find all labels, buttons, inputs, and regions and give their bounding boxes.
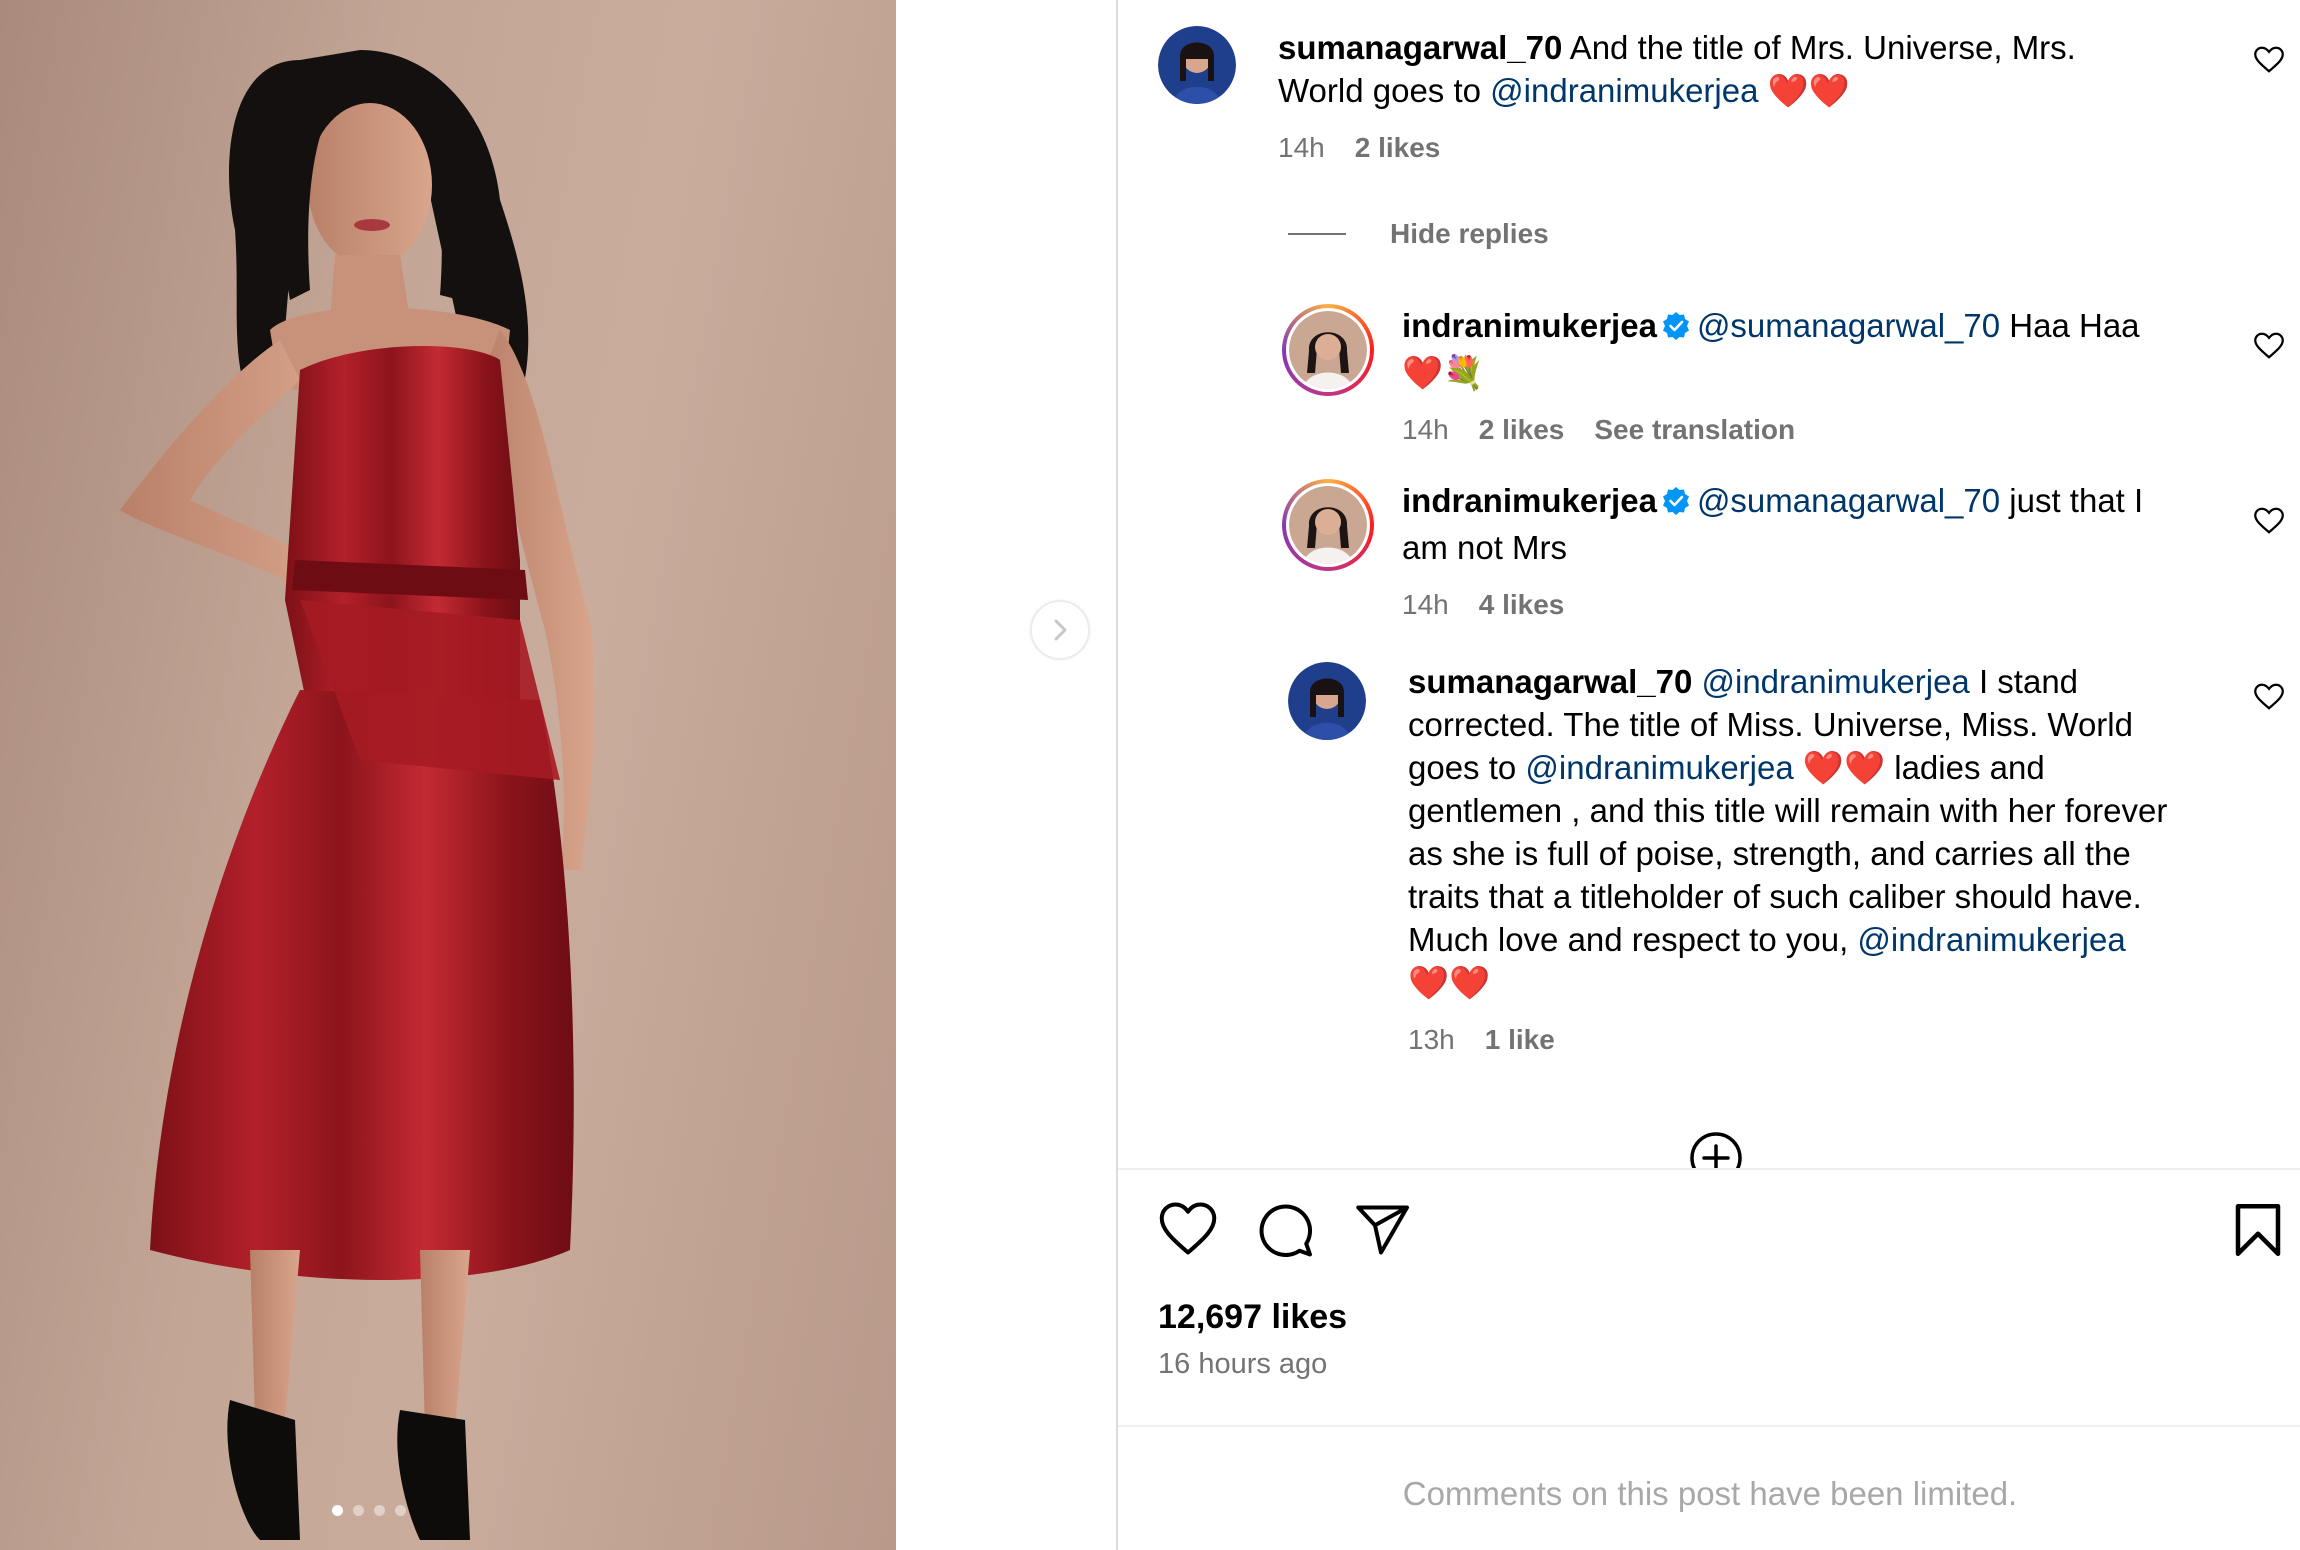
reply-item: indranimukerjea @sumanagarwal_70 just tha… bbox=[1282, 479, 2242, 626]
comment-text: And the title of Mrs. Universe, Mrs. bbox=[1569, 29, 2076, 66]
comments-panel: sumanagarwal_70 And the title of Mrs. Un… bbox=[1116, 0, 2300, 1550]
reply-item: sumanagarwal_70 @indranimukerjea I stand… bbox=[1288, 660, 2268, 1061]
comment-likes[interactable]: 2 likes bbox=[1355, 126, 1441, 169]
reply-text-line: gentlemen , and this title will remain w… bbox=[1408, 792, 2168, 829]
reply-time[interactable]: 14h bbox=[1402, 408, 1449, 451]
avatar-image bbox=[1158, 26, 1236, 104]
carousel-dot[interactable] bbox=[353, 1505, 364, 1516]
mention-link[interactable]: @indranimukerjea bbox=[1490, 72, 1758, 109]
share-button[interactable] bbox=[1352, 1200, 1412, 1260]
hide-replies-label: Hide replies bbox=[1390, 218, 1549, 249]
comment-time[interactable]: 14h bbox=[1278, 126, 1325, 169]
mention-link[interactable]: @indranimukerjea bbox=[1857, 921, 2125, 958]
reply-likes[interactable]: 2 likes bbox=[1479, 408, 1565, 451]
bookmark-icon bbox=[2235, 1204, 2281, 1256]
avatar bbox=[1289, 311, 1367, 389]
mention-link[interactable]: @indranimukerjea bbox=[1702, 663, 1970, 700]
avatar[interactable] bbox=[1158, 26, 1236, 104]
post-timestamp[interactable]: 16 hours ago bbox=[1158, 1348, 1327, 1381]
reply-username[interactable]: sumanagarwal_70 bbox=[1408, 663, 1692, 700]
reply-text: Haa Haa bbox=[2000, 307, 2140, 344]
carousel-next-button[interactable] bbox=[1030, 600, 1090, 660]
reply-username[interactable]: indranimukerjea bbox=[1402, 482, 1657, 519]
paper-plane-icon bbox=[1356, 1205, 1409, 1255]
avatar-story-ring[interactable] bbox=[1282, 479, 1374, 571]
reply-text-continued: am not Mrs bbox=[1402, 529, 1568, 566]
post-image[interactable] bbox=[0, 0, 896, 1550]
reply-username[interactable]: indranimukerjea bbox=[1402, 307, 1657, 344]
reply-text-line: corrected. The title of Miss. Universe, … bbox=[1408, 706, 2133, 743]
avatar bbox=[1289, 486, 1367, 564]
hide-replies-button[interactable]: Hide replies bbox=[1288, 218, 1549, 250]
like-reply-button[interactable] bbox=[2254, 507, 2284, 540]
heart-icon bbox=[2254, 683, 2284, 710]
reply-emojis: ❤️💐 bbox=[1402, 354, 1485, 391]
media-gutter bbox=[896, 0, 1116, 1550]
carousel-dot[interactable] bbox=[395, 1505, 406, 1516]
mention-link[interactable]: @sumanagarwal_70 bbox=[1697, 307, 2000, 344]
heart-icon bbox=[2254, 332, 2284, 359]
reply-likes[interactable]: 4 likes bbox=[1479, 583, 1565, 626]
like-post-button[interactable] bbox=[1158, 1200, 1218, 1260]
comment-username[interactable]: sumanagarwal_70 bbox=[1278, 29, 1562, 66]
heart-emoji: ❤️❤️ bbox=[1758, 72, 1850, 109]
divider bbox=[1118, 1425, 2300, 1427]
verified-badge-icon bbox=[1661, 483, 1691, 526]
reply-text-line: ❤️❤️ ladies and bbox=[1793, 749, 2045, 786]
carousel-indicator bbox=[332, 1505, 406, 1516]
reply-text: I stand bbox=[1969, 663, 2079, 700]
verified-badge-icon bbox=[1661, 308, 1691, 351]
carousel-dot[interactable] bbox=[374, 1505, 385, 1516]
carousel-dot-active[interactable] bbox=[332, 1505, 343, 1516]
comment-item: sumanagarwal_70 And the title of Mrs. Un… bbox=[1158, 26, 2218, 169]
avatar-image bbox=[1289, 311, 1367, 389]
comments-list[interactable]: sumanagarwal_70 And the title of Mrs. Un… bbox=[1118, 0, 2300, 1168]
reply-text-line: traits that a titleholder of such calibe… bbox=[1408, 878, 2142, 915]
mention-link[interactable]: @sumanagarwal_70 bbox=[1697, 482, 2000, 519]
divider-line bbox=[1288, 233, 1346, 235]
load-more-comments-button[interactable] bbox=[1688, 1130, 1744, 1168]
avatar-story-ring[interactable] bbox=[1282, 304, 1374, 396]
reply-text-line: goes to bbox=[1408, 749, 1526, 786]
reply-text: just that I bbox=[2000, 482, 2144, 519]
comment-icon bbox=[1259, 1204, 1312, 1257]
heart-icon bbox=[1159, 1202, 1217, 1255]
plus-circle-icon bbox=[1690, 1132, 1742, 1168]
comment-text: World goes to bbox=[1278, 72, 1491, 109]
avatar-image bbox=[1289, 486, 1367, 564]
save-button[interactable] bbox=[2228, 1200, 2288, 1260]
like-reply-button[interactable] bbox=[2254, 332, 2284, 365]
mention-link[interactable]: @indranimukerjea bbox=[1525, 749, 1793, 786]
reply-text-line: as she is full of poise, strength, and c… bbox=[1408, 835, 2131, 872]
avatar-image bbox=[1288, 662, 1366, 740]
reply-item: indranimukerjea @sumanagarwal_70 Haa Haa … bbox=[1282, 304, 2242, 451]
reply-emojis: ❤️❤️ bbox=[1408, 964, 1491, 1001]
comments-limited-notice: Comments on this post have been limited. bbox=[1402, 1475, 2018, 1512]
heart-icon bbox=[2254, 507, 2284, 534]
like-comment-button[interactable] bbox=[2254, 46, 2284, 79]
heart-icon bbox=[2254, 46, 2284, 73]
reply-likes[interactable]: 1 like bbox=[1485, 1018, 1555, 1061]
comment-button[interactable] bbox=[1255, 1200, 1315, 1260]
like-reply-button[interactable] bbox=[2254, 683, 2284, 716]
reply-time[interactable]: 13h bbox=[1408, 1018, 1455, 1061]
post-likes-count[interactable]: 12,697 likes bbox=[1158, 1298, 1347, 1337]
divider bbox=[1118, 1168, 2300, 1170]
post-photo-illustration bbox=[120, 50, 595, 1540]
chevron-right-icon bbox=[1054, 619, 1067, 641]
avatar[interactable] bbox=[1288, 662, 1366, 740]
reply-text-line: Much love and respect to you, bbox=[1408, 921, 1858, 958]
reply-time[interactable]: 14h bbox=[1402, 583, 1449, 626]
see-translation-link[interactable]: See translation bbox=[1594, 408, 1795, 451]
